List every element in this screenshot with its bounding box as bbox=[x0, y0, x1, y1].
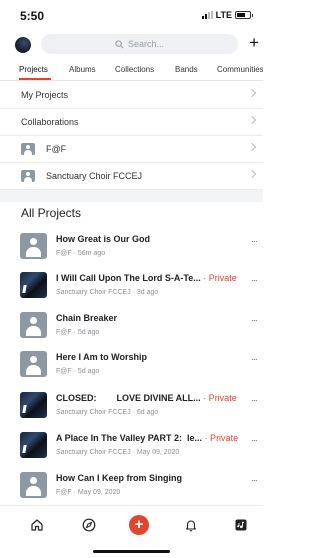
network-type: LTE bbox=[215, 10, 232, 20]
status-bar: 5:50 LTE bbox=[0, 0, 263, 30]
project-item[interactable]: How Can I Keep from Singing F@F · May 09… bbox=[0, 468, 263, 508]
tab-albums[interactable]: Albums bbox=[69, 65, 96, 74]
project-thumbnail bbox=[20, 392, 47, 418]
more-options-button[interactable]: ... bbox=[251, 313, 258, 323]
project-title: Chain Breaker bbox=[56, 313, 118, 323]
project-item[interactable]: Here I Am to Worship F@F · 5d ago ... bbox=[0, 347, 263, 387]
compass-icon bbox=[82, 518, 96, 532]
project-meta: F@F · 5d ago bbox=[56, 368, 100, 375]
search-input[interactable]: Search... bbox=[41, 34, 238, 54]
project-item[interactable]: Chain Breaker F@F · 5d ago ... bbox=[0, 308, 263, 348]
project-title-line: Here I Am to Worship bbox=[56, 352, 239, 362]
project-meta: Sanctuary Choir FCCEJ · 3d ago bbox=[56, 289, 159, 296]
project-meta: F@F · May 09, 2020 bbox=[56, 489, 121, 496]
create-button[interactable]: + bbox=[129, 515, 149, 535]
chevron-right-icon bbox=[247, 142, 257, 152]
project-meta: F@F · 56m ago bbox=[56, 250, 106, 257]
battery-icon bbox=[235, 11, 253, 19]
tab-bands[interactable]: Bands bbox=[175, 65, 198, 74]
project-title: CLOSED: LOVE DIVINE ALL... bbox=[56, 393, 201, 403]
active-tab-indicator bbox=[19, 78, 51, 80]
home-indicator bbox=[93, 550, 170, 553]
project-title: Here I Am to Worship bbox=[56, 352, 148, 362]
project-meta: Sanctuary Choir FCCEJ · May 09, 2020 bbox=[56, 449, 180, 456]
more-options-button[interactable]: ... bbox=[251, 234, 258, 244]
project-title: How Can I Keep from Singing bbox=[56, 473, 183, 483]
more-options-button[interactable]: ... bbox=[251, 273, 258, 283]
signal-icon bbox=[201, 11, 213, 19]
group-row-fatf[interactable]: F@F bbox=[0, 136, 263, 163]
search-icon bbox=[115, 39, 124, 48]
project-title-line: I Will Call Upon The Lord S-A-Te... · Pr… bbox=[56, 273, 239, 283]
collaborations-row[interactable]: Collaborations bbox=[0, 109, 263, 136]
project-title-line: How Can I Keep from Singing bbox=[56, 473, 239, 483]
project-thumbnail bbox=[20, 432, 47, 458]
tab-projects[interactable]: Projects bbox=[19, 65, 48, 74]
privacy-label: · Private bbox=[200, 273, 237, 283]
project-thumbnail bbox=[20, 312, 47, 338]
project-thumbnail bbox=[20, 351, 47, 377]
more-options-button[interactable]: ... bbox=[251, 352, 258, 362]
music-library-icon bbox=[235, 519, 247, 531]
more-options-button[interactable]: ... bbox=[251, 433, 258, 443]
bell-icon bbox=[185, 520, 197, 532]
project-item[interactable]: A Place In The Valley PART 2: le... · Pr… bbox=[0, 428, 263, 468]
more-options-button[interactable]: ... bbox=[251, 473, 258, 483]
project-title-line: A Place In The Valley PART 2: le... · Pr… bbox=[56, 433, 239, 443]
project-meta: F@F · 5d ago bbox=[56, 329, 100, 336]
project-thumbnail bbox=[20, 472, 47, 498]
bottom-nav: + bbox=[0, 505, 263, 558]
group-label: Sanctuary Choir FCCEJ bbox=[46, 171, 143, 181]
plus-icon: + bbox=[134, 516, 144, 533]
project-item[interactable]: I Will Call Upon The Lord S-A-Te... · Pr… bbox=[0, 268, 263, 308]
status-time: 5:50 bbox=[20, 9, 45, 23]
collaborations-label: Collaborations bbox=[21, 117, 79, 127]
add-button[interactable]: + bbox=[249, 33, 259, 53]
group-row-sanctuary-choir[interactable]: Sanctuary Choir FCCEJ bbox=[0, 163, 263, 190]
project-title: How Great is Our God bbox=[56, 234, 151, 244]
nav-library[interactable] bbox=[231, 515, 251, 535]
nav-home[interactable] bbox=[27, 515, 47, 535]
home-icon bbox=[31, 519, 43, 531]
privacy-label: · Private bbox=[200, 393, 237, 403]
group-avatar-icon bbox=[21, 143, 35, 155]
privacy-label: · Private bbox=[202, 433, 239, 443]
chevron-right-icon bbox=[247, 88, 257, 98]
tab-collections[interactable]: Collections bbox=[115, 65, 154, 74]
project-title-line: CLOSED: LOVE DIVINE ALL... · Private bbox=[56, 393, 239, 403]
project-title: I Will Call Upon The Lord S-A-Te... bbox=[56, 273, 201, 283]
my-projects-row[interactable]: My Projects bbox=[0, 82, 263, 109]
nav-explore[interactable] bbox=[79, 515, 99, 535]
chevron-right-icon bbox=[247, 115, 257, 125]
chevron-right-icon bbox=[247, 169, 257, 179]
project-item[interactable]: CLOSED: LOVE DIVINE ALL... · Private San… bbox=[0, 388, 263, 428]
project-title-line: Chain Breaker bbox=[56, 313, 239, 323]
tab-communities[interactable]: Communities bbox=[217, 65, 263, 74]
project-meta: Sanctuary Choir FCCEJ · 6d ago bbox=[56, 409, 159, 416]
status-indicators: LTE bbox=[201, 10, 253, 20]
project-title: A Place In The Valley PART 2: le... bbox=[56, 433, 203, 443]
section-divider bbox=[0, 190, 263, 202]
tab-bar: Projects Albums Collections Bands Commun… bbox=[0, 59, 263, 81]
project-title-line: How Great is Our God bbox=[56, 234, 239, 244]
more-options-button[interactable]: ... bbox=[251, 393, 258, 403]
profile-avatar[interactable] bbox=[15, 37, 31, 53]
group-label: F@F bbox=[46, 144, 67, 154]
my-projects-label: My Projects bbox=[21, 90, 69, 100]
group-avatar-icon bbox=[21, 170, 35, 182]
project-thumbnail bbox=[20, 233, 47, 259]
project-thumbnail bbox=[20, 272, 47, 298]
search-placeholder: Search... bbox=[127, 39, 165, 49]
project-item[interactable]: How Great is Our God F@F · 56m ago ... bbox=[0, 229, 263, 269]
nav-notifications[interactable] bbox=[181, 515, 201, 535]
search-row: Search... + bbox=[0, 33, 263, 56]
all-projects-title: All Projects bbox=[21, 206, 82, 220]
